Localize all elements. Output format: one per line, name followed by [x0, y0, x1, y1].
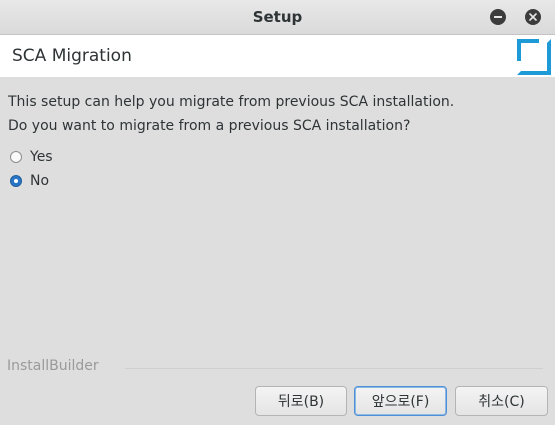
description: This setup can help you migrate from pre…: [8, 90, 454, 138]
back-button[interactable]: 뒤로(B): [255, 386, 347, 416]
radio-yes[interactable]: Yes: [10, 145, 53, 169]
radio-no-label: No: [30, 173, 50, 189]
setup-window: Setup SCA Migration This setup can help …: [0, 0, 555, 425]
footer-divider: [125, 368, 543, 369]
close-button[interactable]: [525, 9, 541, 25]
cancel-button[interactable]: 취소(C): [455, 386, 548, 416]
page-title: SCA Migration: [12, 46, 132, 66]
radio-selected-dot: [14, 179, 18, 183]
close-icon: [529, 13, 537, 21]
title-bar[interactable]: Setup: [0, 0, 555, 35]
page-header: SCA Migration: [0, 35, 555, 77]
installer-logo-icon: [517, 39, 551, 75]
radio-no-indicator[interactable]: [10, 175, 22, 187]
description-line-1: This setup can help you migrate from pre…: [8, 94, 455, 110]
next-button[interactable]: 앞으로(F): [354, 386, 447, 416]
minimize-icon: [494, 16, 502, 18]
window-title: Setup: [252, 8, 303, 26]
brand-label: InstallBuilder: [7, 358, 99, 374]
description-line-2: Do you want to migrate from a previous S…: [8, 118, 411, 134]
radio-yes-label: Yes: [30, 149, 53, 165]
minimize-button[interactable]: [490, 9, 506, 25]
radio-yes-indicator[interactable]: [10, 151, 22, 163]
radio-no[interactable]: No: [10, 169, 49, 193]
